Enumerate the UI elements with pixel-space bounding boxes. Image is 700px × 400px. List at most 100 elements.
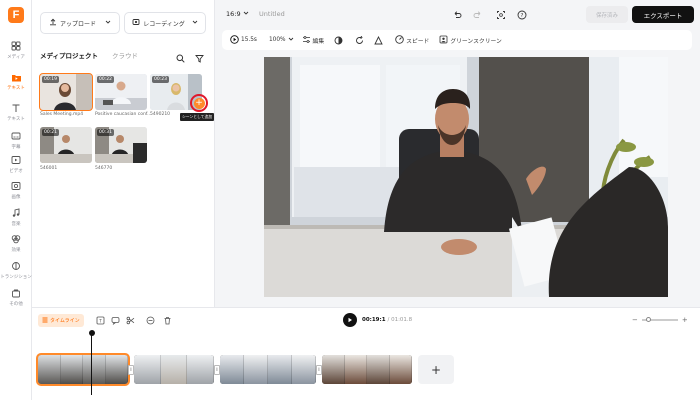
rail-item-more[interactable]: その他 (0, 287, 32, 307)
rotate-icon[interactable] (355, 35, 364, 45)
media-thumbnail[interactable]: 00:21 (40, 127, 92, 163)
sliders-icon (302, 35, 311, 46)
scissors-icon[interactable] (126, 316, 135, 325)
media-panel: アップロード レコーディング メディプロジェクト クラウド 00:19 Sale… (32, 0, 215, 307)
add-scene-tooltip: シーンとして追加 (180, 113, 215, 121)
search-icon[interactable] (176, 48, 185, 67)
current-time: 00:19:1 (362, 317, 386, 323)
media-filename: 546001 (40, 166, 58, 171)
plus-icon: + (193, 97, 205, 109)
zoom-select[interactable]: 100% (269, 36, 294, 44)
rail-label: 音楽 (11, 222, 21, 227)
undo-icon[interactable] (451, 9, 462, 20)
rail-label: その他 (9, 302, 23, 307)
caption-icon (10, 130, 22, 142)
rail-item-text[interactable]: テキスト (0, 102, 32, 122)
edit-tool[interactable]: 編集 (302, 35, 324, 46)
aspect-ratio-select[interactable]: 16:9 (226, 10, 249, 18)
trash-icon[interactable] (163, 316, 172, 325)
record-button[interactable]: レコーディング (124, 12, 206, 34)
tab-my-project[interactable]: メディプロジェクト (40, 50, 98, 60)
timeline-clip[interactable] (220, 355, 316, 384)
timeline-badge[interactable]: タイムライン (38, 314, 84, 327)
rail-label: 字幕 (11, 145, 21, 150)
rail-item-effects[interactable]: 効果 (0, 233, 32, 253)
timeline-icon (42, 317, 48, 325)
greenscreen-label: グリーンスクリーン (450, 38, 502, 45)
bag-icon (10, 287, 22, 299)
tab-cloud[interactable]: クラウド (112, 50, 138, 60)
rail-item-media[interactable]: メディア (0, 40, 32, 60)
playhead[interactable] (88, 330, 95, 395)
svg-text:T: T (98, 318, 102, 323)
mask-icon[interactable] (334, 36, 343, 45)
caption-track-icon[interactable]: T (96, 316, 105, 325)
color-icon[interactable] (374, 35, 383, 45)
music-icon (10, 207, 22, 219)
rail-item-transition[interactable]: トランジション (0, 260, 32, 280)
duration-badge: 00:23 (152, 76, 169, 83)
duration-control[interactable]: 15.5s (230, 34, 257, 46)
rail-item-video[interactable]: ビデオ (0, 154, 32, 174)
aspect-ratio-value: 16:9 (226, 10, 241, 18)
duration-badge: 00:31 (97, 129, 114, 136)
add-to-scene-button[interactable]: + (190, 94, 208, 112)
chevron-down-icon (105, 19, 111, 27)
duration-badge: 00:22 (97, 76, 114, 83)
media-thumbnail[interactable]: 00:31 (95, 127, 147, 163)
timeline-clip[interactable] (134, 355, 214, 384)
duration-badge: 00:19 (42, 76, 59, 83)
video-preview[interactable] (264, 57, 668, 297)
upload-label: アップロード (59, 20, 96, 28)
app-logo[interactable]: F (8, 7, 24, 23)
zoom-slider-knob[interactable] (645, 316, 651, 322)
zoom-value: 100% (268, 37, 286, 43)
media-tabs: メディプロジェクト クラウド (40, 50, 138, 60)
zoom-slider[interactable] (641, 316, 678, 322)
media-filename: Positive caucasian conf... (95, 112, 152, 117)
rail-item-music[interactable]: 音楽 (0, 207, 32, 227)
editor-app: F メディア テキスト テキスト 字幕 ビデオ 画像 音楽 効果 トランジション… (0, 0, 700, 400)
media-thumbnail[interactable]: 00:22 (95, 74, 147, 110)
image-icon (10, 180, 22, 192)
media-thumbnail[interactable]: 00:19 (39, 73, 93, 111)
filter-icon[interactable] (195, 48, 204, 67)
duration-value: 15.5s (241, 37, 257, 43)
effects-icon (10, 233, 22, 245)
speed-tool[interactable]: スピード (395, 34, 429, 46)
project-title[interactable]: Untitled (259, 10, 285, 18)
rail-item-text-active[interactable]: テキスト (0, 71, 32, 91)
record-label: レコーディング (143, 20, 185, 28)
timeline-clip[interactable] (322, 355, 412, 384)
playback-time: 00:19:1 / 01:01.8 (362, 317, 412, 323)
export-button[interactable]: エクスポート (632, 6, 694, 23)
left-rail: F メディア テキスト テキスト 字幕 ビデオ 画像 音楽 効果 トランジション… (0, 0, 32, 400)
rail-label: 画像 (11, 195, 21, 200)
save-status-button[interactable]: 保存済み (586, 6, 628, 23)
zoom-in-button[interactable]: + (682, 316, 688, 324)
person-screen-icon (439, 35, 448, 46)
rail-label: テキスト (7, 117, 25, 122)
rail-item-image[interactable]: 画像 (0, 180, 32, 200)
top-bar: 16:9 Untitled ? 保存済み エクスポート (215, 0, 700, 28)
total-time: / 01:01.8 (387, 317, 413, 323)
timeline-clip[interactable] (36, 353, 130, 386)
media-filename: Sales Meeting.mp4 (40, 112, 84, 117)
media-filename: 546770 (95, 166, 113, 171)
chevron-down-icon (288, 36, 294, 44)
zoom-out-button[interactable]: − (632, 316, 638, 324)
play-icon (348, 317, 352, 323)
help-icon[interactable]: ? (516, 9, 527, 20)
comment-icon[interactable] (111, 316, 120, 325)
play-button[interactable] (343, 313, 357, 327)
screenshot-icon[interactable] (495, 9, 506, 20)
timeline-label: タイムライン (50, 318, 80, 324)
greenscreen-tool[interactable]: グリーンスクリーン (439, 35, 502, 46)
folder-icon (10, 71, 22, 83)
rail-item-captions[interactable]: 字幕 (0, 130, 32, 150)
add-clip-button[interactable]: + (418, 355, 454, 384)
chevron-down-icon (192, 19, 198, 27)
redo-icon[interactable] (472, 9, 483, 20)
upload-button[interactable]: アップロード (40, 12, 120, 34)
copy-icon[interactable] (146, 316, 155, 325)
